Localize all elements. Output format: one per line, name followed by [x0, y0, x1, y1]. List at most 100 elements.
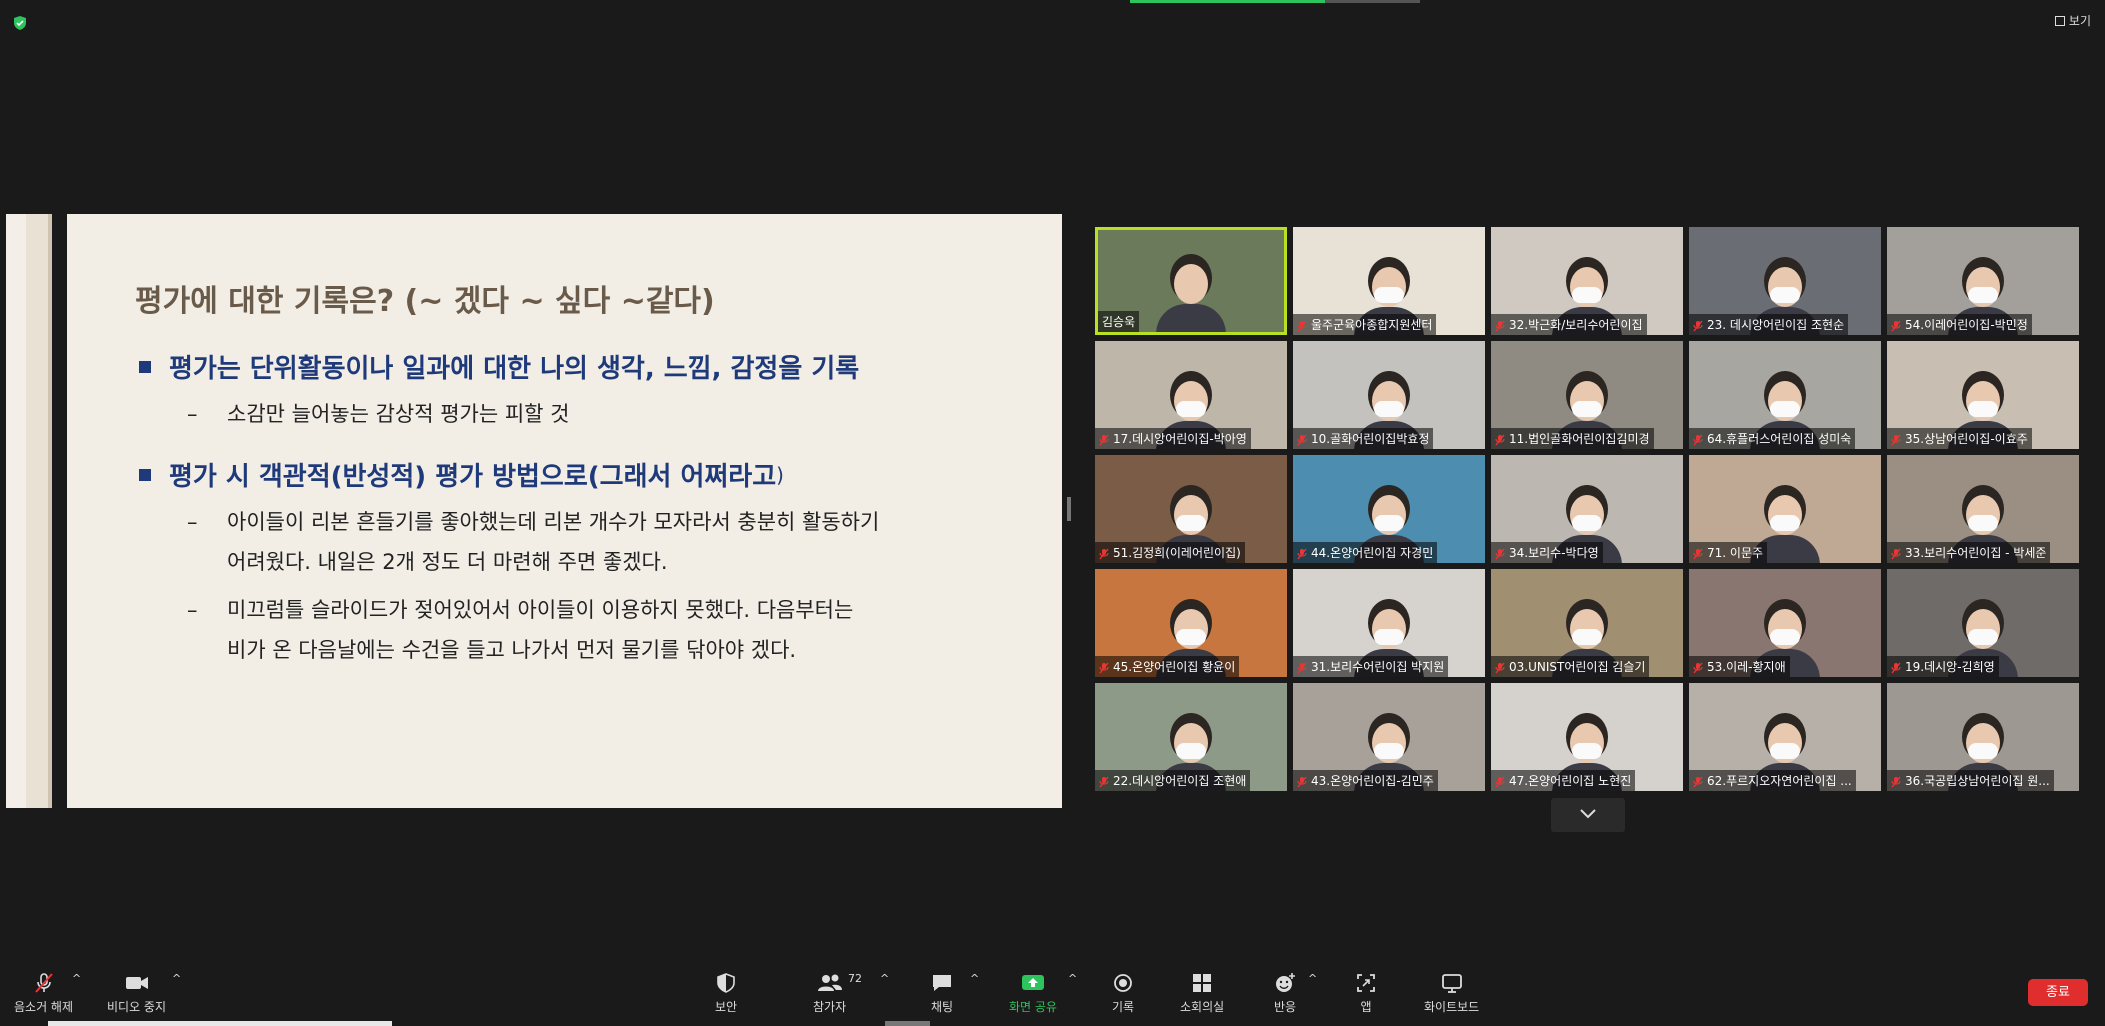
slide-sub-bullet-2-line-2: 어려웠다. 내일은 2개 정도 더 마련해 주면 좋겠다. [227, 550, 668, 574]
participant-name: 43.온양어린이집-김민주 [1293, 770, 1438, 791]
participant-tile[interactable]: 43.온양어린이집-김민주 [1293, 683, 1485, 791]
participant-tile[interactable]: 35.상남어린이집-이효주 [1887, 341, 2079, 449]
slide-sub-bullet-2: – 아이들이 리본 흔들기를 좋아했는데 리본 개수가 모자라서 충분히 활동하… [187, 502, 879, 582]
participant-tile[interactable]: 47.온양어린이집 노현진 [1491, 683, 1683, 791]
security-button[interactable]: 보안 [715, 972, 737, 1015]
dash-mark: – [187, 510, 198, 534]
chat-label: 채팅 [930, 1000, 954, 1014]
chat-button[interactable]: 채팅 [930, 972, 954, 1015]
participant-tile[interactable]: 11.법인골화어린이집김미경 [1491, 341, 1683, 449]
participant-tile[interactable]: 62.푸르지오자연어린이집 ... [1689, 683, 1881, 791]
participant-tile[interactable]: 32.박근화/보리수어린이집 [1491, 227, 1683, 335]
whiteboard-button[interactable]: 화이트보드 [1424, 972, 1479, 1015]
slide-bullet-2: 평가 시 객관적(반성적) 평가 방법으로(그래서 어쩌라고) [139, 456, 784, 493]
participant-tile[interactable]: 51.김정희(이레어린이집) [1095, 455, 1287, 563]
participants-label: 참가자 [813, 1000, 847, 1014]
participant-tile[interactable]: 17.데시앙어린이집-박아영 [1095, 341, 1287, 449]
participant-tile[interactable]: 53.이레-황지애 [1689, 569, 1881, 677]
muted-mic-icon [1891, 320, 1901, 332]
audio-options-caret[interactable]: ^ [72, 972, 81, 985]
participant-name: 31.보리수어린이집 박지원 [1293, 656, 1449, 677]
participant-name: 47.온양어린이집 노현진 [1491, 770, 1636, 791]
muted-mic-icon [1693, 662, 1703, 674]
muted-mic-icon [1891, 548, 1901, 560]
participant-tile[interactable]: 54.이레어린이집-박민정 [1887, 227, 2079, 335]
participant-tile[interactable]: 34.보리수-박다영 [1491, 455, 1683, 563]
muted-mic-icon [1495, 548, 1505, 560]
participant-tile[interactable]: 45.온양어린이집 황윤이 [1095, 569, 1287, 677]
muted-mic-icon [1297, 548, 1307, 560]
share-screen-button[interactable]: 화면 공유 [1009, 972, 1057, 1015]
split-view-handle[interactable] [1067, 497, 1071, 521]
participants-icon [817, 974, 842, 991]
muted-mic-icon [1495, 776, 1505, 788]
unmute-label: 음소거 해제 [14, 1000, 74, 1014]
participant-name: 35.상남어린이집-이효주 [1887, 428, 2032, 449]
participant-name: 34.보리수-박다영 [1491, 542, 1603, 563]
muted-mic-icon [1495, 434, 1505, 446]
gallery-next-page-button[interactable] [1551, 798, 1625, 832]
participant-name: 51.김정희(이레어린이집) [1095, 542, 1245, 563]
shield-icon [717, 973, 735, 993]
end-meeting-button[interactable]: 종료 [2028, 979, 2088, 1006]
muted-mic-icon [1495, 662, 1505, 674]
chat-options-caret[interactable]: ^ [970, 972, 979, 985]
slide-left-strip [6, 214, 26, 808]
stop-video-button[interactable]: 비디오 중지 [107, 972, 166, 1015]
whiteboard-label: 화이트보드 [1424, 1000, 1480, 1014]
slide-sub-bullet-1: – 소감만 늘어놓는 감상적 평가는 피할 것 [187, 394, 570, 434]
taskbar-strip [48, 1021, 392, 1026]
participant-tile[interactable]: 22.데시앙어린이집 조현애 [1095, 683, 1287, 791]
participant-name: 36.국공립상남어린이집 원... [1887, 770, 2054, 791]
sharing-indicator-bar [1130, 0, 1325, 3]
breakout-rooms-button[interactable]: 소회의실 [1180, 972, 1224, 1015]
apps-button[interactable]: 앱 [1355, 972, 1377, 1015]
participant-tile[interactable]: 33.보리수어린이집 - 박세준 [1887, 455, 2079, 563]
record-button[interactable]: 기록 [1112, 972, 1134, 1015]
participant-tile[interactable]: 31.보리수어린이집 박지원 [1293, 569, 1485, 677]
participant-tile[interactable]: 03.UNIST어린이집 김슬기 [1491, 569, 1683, 677]
slide-bullet-2-close: ) [776, 462, 784, 487]
view-button[interactable]: 보기 [2054, 12, 2091, 29]
muted-mic-icon [1297, 320, 1307, 332]
participant-name: 32.박근화/보리수어린이집 [1491, 314, 1647, 335]
share-screen-label: 화면 공유 [1009, 1000, 1057, 1014]
record-label: 기록 [1112, 1000, 1135, 1014]
participants-count: 72 [848, 972, 862, 985]
participant-tile[interactable]: 36.국공립상남어린이집 원... [1887, 683, 2079, 791]
slide-bullet-1: 평가는 단위활동이나 일과에 대한 나의 생각, 느낌, 감정을 기록 [139, 348, 859, 385]
breakout-rooms-label: 소회의실 [1180, 1000, 1225, 1014]
chevron-down-icon [1580, 809, 1596, 819]
participant-tile[interactable]: 19.데시앙-김희영 [1887, 569, 2079, 677]
apps-icon [1357, 974, 1375, 992]
muted-mic-icon [1099, 434, 1109, 446]
muted-mic-icon [1891, 662, 1901, 674]
reactions-options-caret[interactable]: ^ [1308, 972, 1317, 985]
participant-tile[interactable]: 44.온양어린이집 자경민 [1293, 455, 1485, 563]
muted-mic-icon [1297, 662, 1307, 674]
participant-name: 울주군육아종합지원센터 [1293, 314, 1437, 335]
encryption-shield-icon[interactable] [12, 15, 28, 31]
participant-tile[interactable]: 김승욱 [1095, 227, 1287, 335]
breakout-rooms-icon [1193, 974, 1212, 992]
participants-options-caret[interactable]: ^ [880, 972, 889, 985]
participant-name: 33.보리수어린이집 - 박세준 [1887, 542, 2051, 563]
slide-bullet-2-text: 평가 시 객관적(반성적) 평가 방법으로(그래서 어쩌라고 [169, 462, 777, 492]
share-options-caret[interactable]: ^ [1068, 972, 1077, 985]
stop-video-label: 비디오 중지 [107, 1000, 167, 1014]
unmute-button[interactable]: 음소거 해제 [14, 972, 73, 1015]
bullet-square-icon [139, 360, 151, 373]
participants-button[interactable]: 참가자 [813, 972, 846, 1015]
participant-tile[interactable]: 71. 이문주 [1689, 455, 1881, 563]
participant-tile[interactable]: 10.골화어린이집박효정 [1293, 341, 1485, 449]
participant-tile[interactable]: 64.휴플러스어린이집 성미숙 [1689, 341, 1881, 449]
participant-tile[interactable]: 23. 데시앙어린이집 조현순 [1689, 227, 1881, 335]
reactions-button[interactable]: 반응 [1273, 972, 1297, 1015]
participant-tile[interactable]: 울주군육아종합지원센터 [1293, 227, 1485, 335]
muted-mic-icon [1891, 434, 1901, 446]
slide-divider-line [48, 214, 52, 808]
share-screen-icon [1021, 975, 1044, 990]
video-options-caret[interactable]: ^ [172, 972, 181, 985]
participant-video [1156, 254, 1226, 332]
participant-name: 62.푸르지오자연어린이집 ... [1689, 770, 1856, 791]
